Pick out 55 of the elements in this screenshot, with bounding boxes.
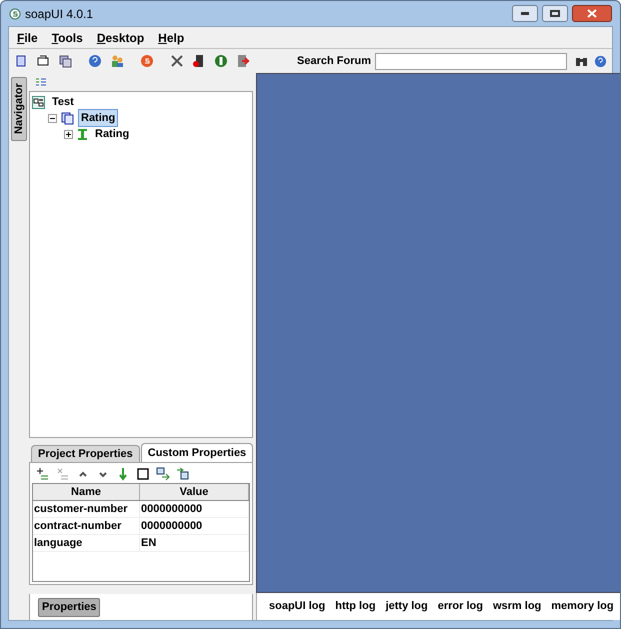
documents-icon (61, 112, 74, 124)
log-tab[interactable]: wsrm log (492, 598, 542, 615)
binoculars-icon[interactable] (575, 55, 588, 67)
exit-icon[interactable] (236, 54, 250, 68)
window-title: soapUI 4.0.1 (25, 6, 94, 22)
properties-tab[interactable]: Project Properties (31, 445, 140, 462)
save-all-icon[interactable] (58, 54, 72, 68)
i-beam-icon (77, 128, 88, 140)
people-icon[interactable] (110, 54, 124, 68)
save-icon[interactable] (176, 467, 190, 481)
maximize-button[interactable] (542, 5, 568, 22)
column-header[interactable]: Name (33, 484, 140, 500)
table-cell: 0000000000 (140, 501, 249, 517)
search-label: Search Forum (297, 54, 371, 69)
log-tab[interactable]: jetty log (386, 598, 428, 615)
menu-item[interactable]: Tools (52, 28, 83, 46)
workspace-icon (32, 96, 45, 108)
log-tab[interactable]: http log (335, 598, 376, 615)
soapui-logo-icon[interactable] (140, 54, 154, 68)
load-icon[interactable] (156, 467, 170, 481)
table-cell: customer-number (33, 501, 140, 517)
new-document-icon[interactable] (14, 54, 28, 68)
circle-icon[interactable] (214, 54, 228, 68)
expand-toggle[interactable] (64, 130, 73, 138)
close-button[interactable] (572, 5, 612, 22)
navigator-tab[interactable]: Navigator (11, 77, 27, 141)
list-icon[interactable] (35, 77, 47, 87)
table-cell: language (33, 535, 140, 551)
help-icon[interactable] (594, 54, 607, 68)
table-cell: 0000000000 (140, 518, 249, 534)
close-icon (587, 9, 597, 18)
table-cell: contract-number (33, 518, 140, 534)
menu-item[interactable]: Desktop (96, 28, 144, 46)
square-icon[interactable] (136, 467, 150, 481)
tools-icon[interactable] (170, 54, 184, 68)
menu-item[interactable]: File (17, 28, 38, 46)
import-icon[interactable] (36, 54, 50, 68)
tree-item[interactable]: Rating (92, 124, 132, 144)
log-tab[interactable]: soapUI log (269, 598, 326, 615)
search-field[interactable] (375, 52, 567, 70)
log-tab[interactable]: memory log (551, 598, 614, 615)
tree-item[interactable]: Test (49, 92, 77, 112)
help-icon[interactable] (88, 54, 102, 68)
properties-tab[interactable]: Custom Properties (140, 443, 254, 462)
add-property-icon[interactable] (36, 467, 50, 481)
tree-item[interactable]: Rating (78, 108, 118, 128)
menu-item[interactable]: Help (158, 28, 184, 46)
properties-button[interactable]: Properties (38, 598, 100, 616)
column-header[interactable]: Value (140, 484, 249, 500)
log-tab[interactable]: error log (438, 598, 483, 615)
minimize-button[interactable] (512, 5, 538, 22)
server-icon[interactable] (192, 54, 206, 68)
collapse-toggle[interactable] (48, 114, 57, 122)
soapui-logo-icon (9, 8, 21, 20)
table-cell: EN (140, 535, 249, 551)
